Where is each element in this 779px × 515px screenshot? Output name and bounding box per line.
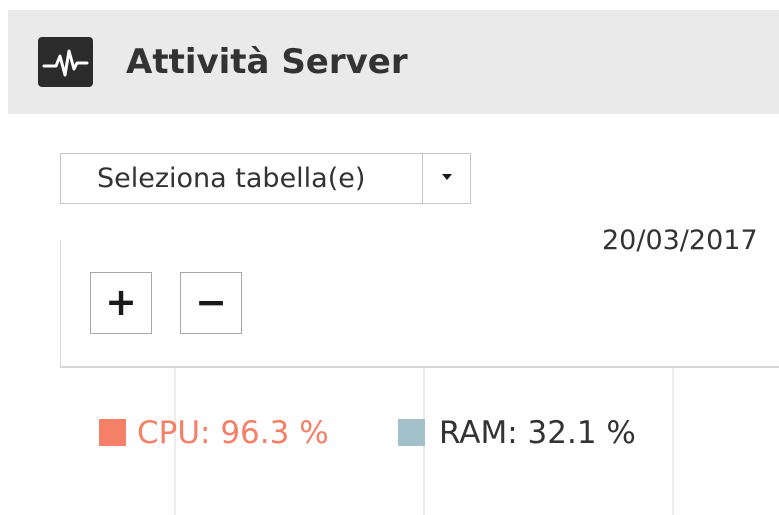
cpu-legend-label: CPU: 96.3 % (137, 415, 329, 451)
chart-grid-line (672, 368, 674, 515)
ram-legend-swatch (398, 419, 425, 446)
activity-monitor-icon (38, 37, 93, 87)
table-select-label: Seleziona tabella(e) (97, 163, 366, 194)
ram-legend-label: RAM: 32.1 % (439, 415, 636, 451)
zoom-in-button[interactable]: + (90, 272, 152, 334)
page-title: Attività Server (126, 42, 408, 82)
page-header: Attività Server (8, 10, 779, 114)
cpu-legend-swatch (99, 419, 126, 446)
caret-down-icon[interactable] (423, 154, 470, 203)
table-select-dropdown[interactable]: Seleziona tabella(e) (60, 153, 471, 204)
zoom-out-button[interactable]: − (180, 272, 242, 334)
chart-frame-left (60, 240, 61, 367)
chart-date-label: 20/03/2017 (602, 225, 758, 256)
